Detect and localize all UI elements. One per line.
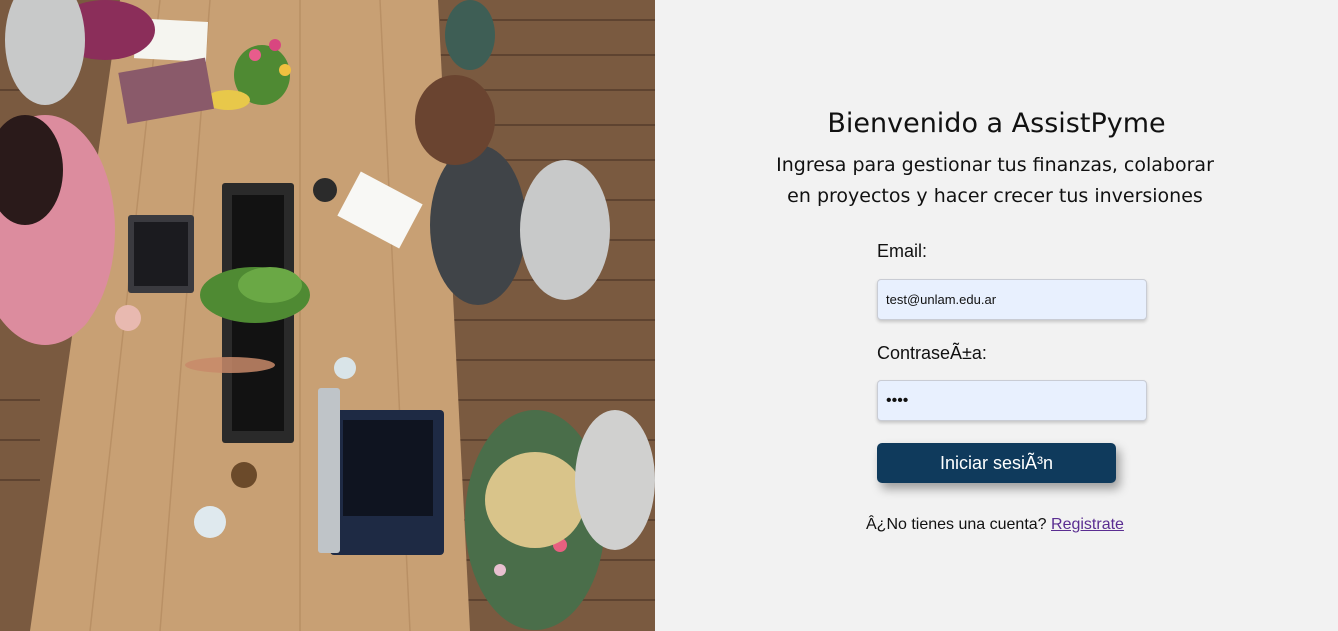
- email-field[interactable]: [877, 279, 1147, 320]
- register-link[interactable]: Registrate: [1051, 516, 1124, 533]
- coworking-photo: [0, 0, 655, 631]
- login-page: Bienvenido a AssistPyme Ingresa para ges…: [0, 0, 1338, 631]
- signup-prompt: Â¿No tienes una cuenta? Registrate: [866, 516, 1124, 534]
- password-field[interactable]: [877, 380, 1147, 421]
- page-title: Bienvenido a AssistPyme: [827, 108, 1166, 139]
- hero-image: [0, 0, 655, 631]
- page-subtitle: Ingresa para gestionar tus finanzas, col…: [776, 154, 1214, 207]
- login-button[interactable]: Iniciar sesiÃ³n: [877, 443, 1116, 483]
- password-label: ContraseÃ±a:: [877, 343, 987, 363]
- signup-prompt-text: Â¿No tienes una cuenta?: [866, 516, 1047, 533]
- login-panel: Bienvenido a AssistPyme Ingresa para ges…: [655, 0, 1338, 631]
- email-label: Email:: [877, 241, 928, 261]
